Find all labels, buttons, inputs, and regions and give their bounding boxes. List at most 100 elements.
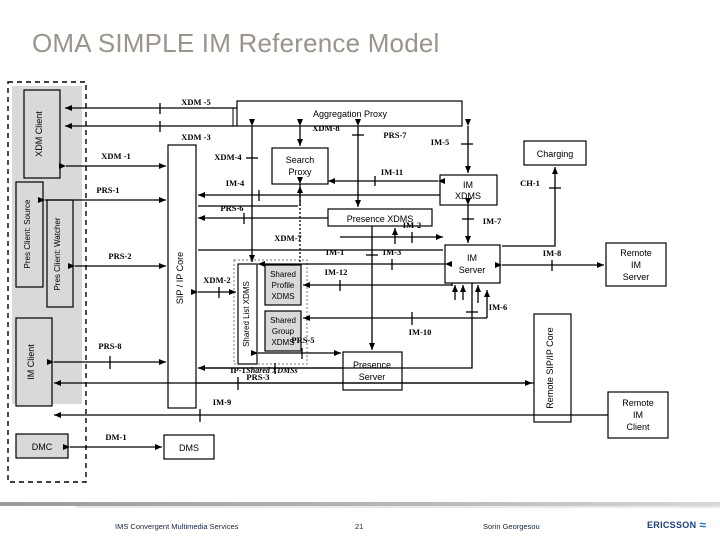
link-prs-6-label: PRS-6 [220,203,243,213]
node-shared-group-xdms-label-line1: Shared [270,316,296,325]
link-prs-7-label: PRS-7 [383,130,407,140]
link-im-6-label: IM-5 [431,137,449,147]
node-dmc[interactable]: DMC [15,433,69,459]
link-prs-3-label: PRS-3 [246,372,269,382]
node-search-proxy-label-line1: Search [286,155,315,165]
node-presence-server[interactable]: Presence Server [342,351,403,391]
node-aggregation-proxy[interactable]: Aggregation Proxy [236,100,463,127]
link-xdm-4: XDM-4 [214,119,258,262]
node-dms-label: DMS [179,443,199,453]
link-prs-2-label: PRS-2 [108,251,131,261]
link-im-4-label: IM-3 [383,247,401,257]
node-remote-im-client-label-line3: Client [626,422,650,432]
link-im-12: IM-11 [328,167,445,186]
link-xdm-2-label: XDM-2 [203,275,230,285]
link-im-10-label: IM-10 [409,327,432,337]
ericsson-mark-icon: ≈ [699,518,706,532]
node-im-xdms-label-line1: IM [463,180,473,190]
node-shared-list-xdms[interactable]: Shared List XDMS [237,263,258,365]
node-pres-client-source-label: Pres Client: Source [23,199,32,268]
node-dmc-label: DMC [32,442,53,452]
node-charging[interactable]: Charging [523,140,587,166]
link-im-9: IM-9 [54,397,608,422]
page-title: OMA SIMPLE IM Reference Model [32,28,440,58]
link-xdm-7-label: XDM-7 [274,233,302,243]
node-remote-im-client[interactable]: Remote IM Client [607,391,669,439]
node-remote-sip-ip-core[interactable]: Remote SIP/IP Core [533,313,572,423]
node-im-server-label-line2: Server [459,265,486,275]
node-im-xdms-label-line2: XDMS [455,191,481,201]
link-dm-1-label: DM-1 [105,432,126,442]
link-ip-1-label: IP-1 [230,365,246,375]
node-remote-im-client-label-line1: Remote [622,398,654,408]
footer-page-number: 21 [355,522,364,531]
link-xdm-3-label: XDM -3 [181,132,211,142]
link-xdm-7: XDM-7 [274,177,303,264]
node-remote-im-server-label-line3: Server [623,272,650,282]
link-im-8: IM-8 [495,248,604,271]
node-aggregation-proxy-label: Aggregation Proxy [313,109,388,119]
node-im-server[interactable]: IM Server [444,244,501,284]
link-im-3-label: IM-7 [483,216,502,226]
brand-name: ERICSSON [646,520,697,530]
link-im-11-label: IM-12 [325,267,348,277]
node-shared-profile-xdms-label-line1: Shared [270,270,296,279]
link-xdm-5: XDM -5 [65,97,237,114]
node-shared-profile-xdms-label-line3: XDMS [271,292,294,301]
link-ch-1: CH-1 [502,167,561,247]
link-aggregation-proxy-left-tail [232,107,237,127]
node-pres-client-watcher[interactable]: Pres Client: Watcher [46,199,74,308]
node-pres-client-watcher-label: Pres Client: Watcher [53,217,62,290]
node-shared-list-xdms-label: Shared List XDMS [242,281,251,347]
link-prs-2: PRS-2 [68,251,166,269]
link-im-12-label: IM-11 [381,167,403,177]
oma-simple-im-reference-model-diagram: .bx { stroke:#000; stroke-width:1.2; } .… [0,78,720,488]
node-xdm-client[interactable]: XDM Client [23,89,61,179]
node-charging-label: Charging [537,149,574,159]
node-sip-ip-core[interactable]: SIP / IP Core [167,144,197,409]
node-xdm-client-label: XDM Client [34,111,44,157]
link-sip-core-to-search-proxy [198,186,303,207]
link-dm-1: DM-1 [63,432,162,450]
link-xdm-1-label: XDM -1 [101,151,131,161]
node-remote-im-server-label-line1: Remote [620,248,652,258]
node-shared-group-xdms[interactable]: Shared Group XDMS [264,310,302,352]
node-shared-profile-xdms[interactable]: Shared Profile XDMS [264,264,302,306]
link-xdm-4-label: XDM-4 [214,152,242,162]
link-prs-8-label: IM-1 [326,247,344,257]
link-xdm-2: XDM-2 [191,275,236,298]
node-im-client-label: IM Client [26,344,36,380]
node-im-server-label-line1: IM [467,253,477,263]
link-xdm-3: XDM -3 [65,121,237,142]
node-pres-client-source[interactable]: Pres Client: Source [15,181,44,288]
link-im-3: IM-7 [462,198,502,243]
node-shared-profile-xdms-label-line2: Profile [272,281,295,290]
brand-logo: ERICSSON ≈ [647,519,706,531]
node-remote-im-client-label-line2: IM [633,410,643,420]
link-ch-1-label: CH-1 [520,178,540,188]
footer-author: Sorin Georgesou [483,522,540,531]
link-prs-5-label: PRS-5 [291,335,314,345]
link-xdm-5-label: XDM -5 [181,97,211,107]
footer-subject: IMS Convergent Multimedia Services [115,522,239,531]
node-remote-sip-ip-core-label: Remote SIP/IP Core [545,327,555,408]
link-prs-1-label: PRS-1 [96,185,119,195]
node-remote-im-server-label-line2: IM [631,260,641,270]
link-im-10: IM-10 [303,290,490,337]
link-im-server-bottom-arrows [452,285,481,303]
link-im-9-label: IM-9 [213,397,231,407]
link-im-2-label: IM-2 [403,220,421,230]
link-im-11: IM-12 [303,267,453,291]
node-im-client[interactable]: IM Client [15,317,53,407]
node-remote-im-server[interactable]: Remote IM Server [605,242,667,287]
node-search-proxy[interactable]: Search Proxy [271,147,329,185]
node-sip-ip-core-label: SIP / IP Core [175,252,185,304]
node-presence-server-label-line2: Server [359,372,386,382]
link-im-8-label: IM-8 [543,248,561,258]
node-im-xdms[interactable]: IM XDMS [439,174,498,206]
link-xdm-8-label: XDM-8 [312,123,339,133]
link-im-1-label: PRS-8 [98,341,121,351]
node-dms[interactable]: DMS [163,434,215,460]
link-im-6: IM-5 [431,119,473,173]
link-im-7-label: IM-6 [489,302,507,312]
